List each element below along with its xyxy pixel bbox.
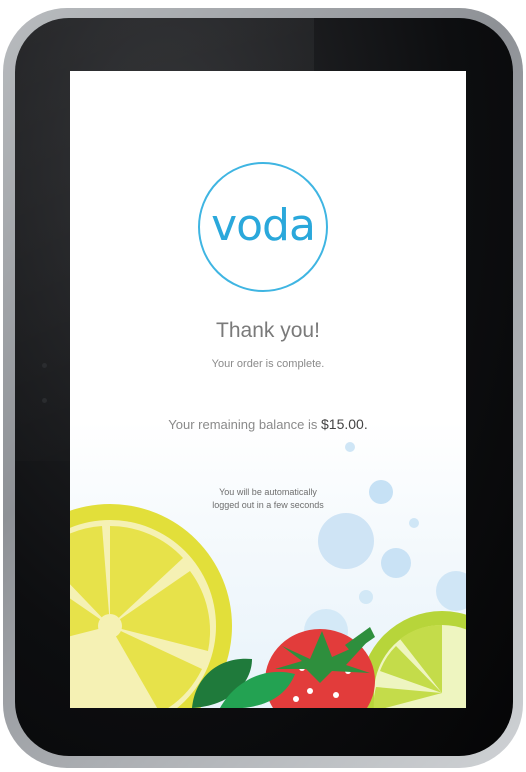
bubble-icon xyxy=(436,571,466,611)
order-complete-text: Your order is complete. xyxy=(211,358,325,370)
bubble-icon xyxy=(381,548,411,578)
camera-sensor xyxy=(42,363,47,368)
voda-logo: voda xyxy=(198,162,328,292)
strawberry-icon xyxy=(265,627,375,708)
thank-you-heading: Thank you! xyxy=(216,319,320,342)
bubble-icon xyxy=(359,590,373,604)
bubble-icon xyxy=(318,513,374,569)
balance-label: Your remaining balance is xyxy=(168,417,321,432)
balance-amount: $15.00. xyxy=(321,416,368,432)
lime-slice-icon xyxy=(360,611,466,708)
logout-line-1: You will be automatically xyxy=(219,487,317,497)
light-sensor xyxy=(42,398,47,403)
kiosk-screen: voda Thank you! Your order is complete. … xyxy=(70,71,466,708)
logout-line-2: logged out in a few seconds xyxy=(212,500,324,510)
remaining-balance-text: Your remaining balance is $15.00. xyxy=(70,416,466,432)
auto-logout-notice: You will be automatically logged out in … xyxy=(70,486,466,512)
logo-wordmark: voda xyxy=(211,200,316,251)
bubble-icon xyxy=(345,442,355,452)
bubble-icon xyxy=(409,518,419,528)
